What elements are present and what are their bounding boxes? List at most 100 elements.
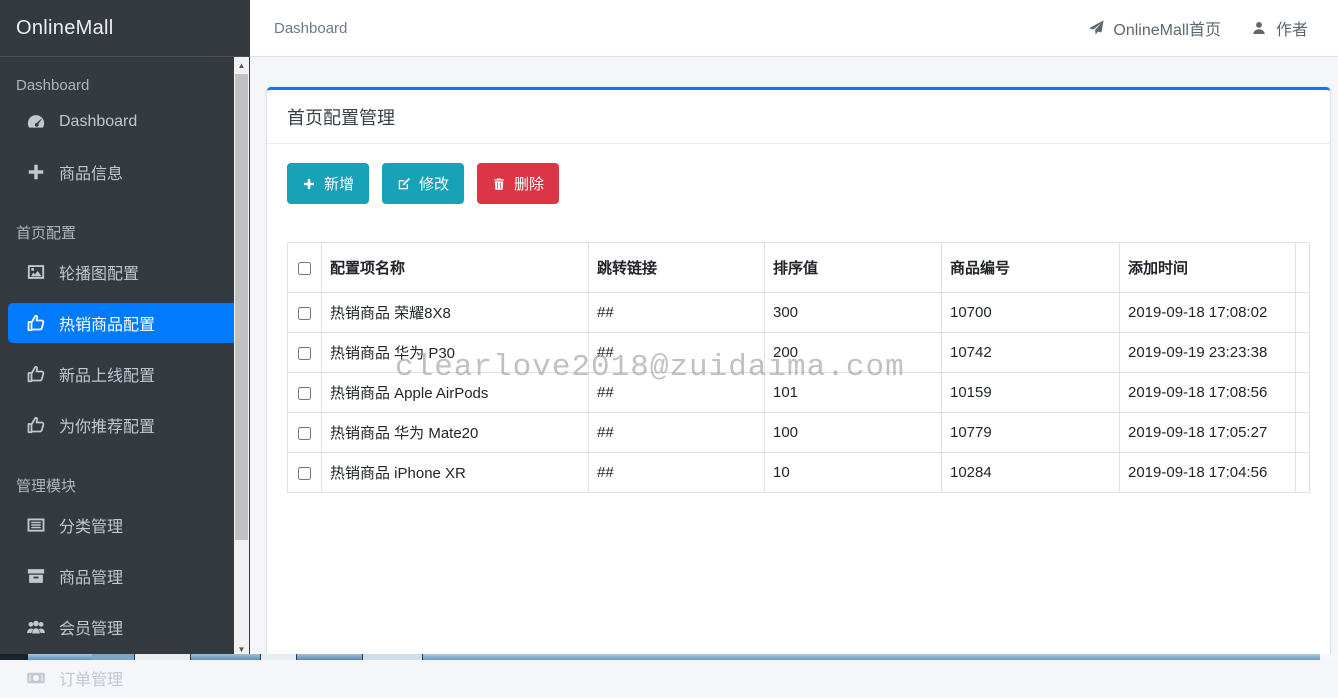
taskbar-segment — [92, 654, 134, 660]
sidebar-scrollbar[interactable]: ▲ ▼ — [234, 57, 249, 660]
sidebar-item-label: Dashboard — [59, 113, 137, 131]
archive-icon — [24, 565, 48, 587]
users-icon — [24, 616, 48, 638]
row-checkbox[interactable] — [298, 427, 311, 440]
topbar-link[interactable]: 作者 — [1251, 16, 1308, 40]
card-body: 新增修改删除 配置项名称跳转链接排序值商品编号添加时间 热销商品 荣耀8X8##… — [267, 144, 1330, 512]
topbar-link[interactable]: OnlineMall首页 — [1088, 16, 1221, 40]
topbar-link-label: OnlineMall首页 — [1113, 16, 1221, 40]
table-cell: ## — [589, 293, 765, 333]
scrollbar-thumb[interactable] — [235, 74, 248, 540]
table-row[interactable]: 热销商品 华为 P30##200107422019-09-19 23:23:38 — [288, 333, 1310, 373]
table-cell: 热销商品 荣耀8X8 — [322, 293, 589, 333]
table-cell: ## — [589, 333, 765, 373]
row-checkbox[interactable] — [298, 347, 311, 360]
column-header: 商品编号 — [942, 243, 1120, 293]
sidebar-item[interactable]: 热销商品配置 — [8, 303, 242, 343]
brand-logo[interactable]: OnlineMall — [0, 0, 250, 57]
button-label: 修改 — [419, 173, 449, 194]
sidebar-item[interactable]: 商品信息 — [8, 152, 242, 192]
table-cell: 300 — [765, 293, 942, 333]
table-cell: 2019-09-18 17:08:02 — [1120, 293, 1296, 333]
row-check-cell — [288, 333, 322, 373]
paper-plane-icon — [1088, 20, 1104, 36]
trash-icon — [492, 177, 506, 191]
table-cell: 10779 — [942, 413, 1120, 453]
table-cell: ## — [589, 373, 765, 413]
row-check-cell — [288, 413, 322, 453]
column-header: 配置项名称 — [322, 243, 589, 293]
button-label: 新增 — [324, 173, 354, 194]
table-cell: 2019-09-19 23:23:38 — [1120, 333, 1296, 373]
sidebar: OnlineMall DashboardDashboard商品信息首页配置轮播图… — [0, 0, 250, 660]
table-cell-empty — [1296, 373, 1310, 413]
table-cell: 2019-09-18 17:08:56 — [1120, 373, 1296, 413]
scroll-up-icon[interactable]: ▲ — [234, 57, 249, 73]
plus-button[interactable]: 新增 — [287, 163, 369, 204]
sidebar-item-label: 轮播图配置 — [59, 260, 139, 284]
taskbar-segment — [1320, 654, 1338, 660]
table-cell: 200 — [765, 333, 942, 373]
config-table: 配置项名称跳转链接排序值商品编号添加时间 热销商品 荣耀8X8##3001070… — [287, 242, 1310, 493]
table-cell: 热销商品 华为 Mate20 — [322, 413, 589, 453]
plus-icon — [24, 161, 48, 183]
table-header-row: 配置项名称跳转链接排序值商品编号添加时间 — [288, 243, 1310, 293]
sidebar-item[interactable]: Dashboard — [8, 103, 242, 141]
table-cell: 热销商品 Apple AirPods — [322, 373, 589, 413]
sidebar-item[interactable]: 分类管理 — [8, 505, 242, 545]
sidebar-item-label: 商品管理 — [59, 564, 123, 588]
table-row[interactable]: 热销商品 华为 Mate20##100107792019-09-18 17:05… — [288, 413, 1310, 453]
edit-icon — [397, 177, 411, 191]
row-checkbox[interactable] — [298, 467, 311, 480]
sidebar-item[interactable]: 为你推荐配置 — [8, 405, 242, 445]
sidebar-item[interactable]: 轮播图配置 — [8, 252, 242, 292]
edit-button[interactable]: 修改 — [382, 163, 464, 204]
table-row[interactable]: 热销商品 Apple AirPods##101101592019-09-18 1… — [288, 373, 1310, 413]
button-label: 删除 — [514, 173, 544, 194]
image-icon — [24, 261, 48, 283]
taskbar-segment — [28, 654, 92, 660]
sidebar-section-header: 首页配置 — [8, 208, 242, 252]
select-all-checkbox[interactable] — [298, 262, 311, 275]
sidebar-item[interactable]: 商品管理 — [8, 556, 242, 596]
column-header: 排序值 — [765, 243, 942, 293]
row-checkbox[interactable] — [298, 387, 311, 400]
page-title: 首页配置管理 — [267, 90, 1330, 144]
taskbar-segment — [260, 654, 296, 660]
topbar-link-label: 作者 — [1276, 16, 1308, 40]
table-cell: 10742 — [942, 333, 1120, 373]
thumbs-up-icon — [24, 363, 48, 385]
breadcrumb[interactable]: Dashboard — [274, 20, 347, 37]
table-cell: 2019-09-18 17:05:27 — [1120, 413, 1296, 453]
sidebar-item[interactable]: 订单管理 — [8, 658, 242, 698]
taskbar-segment — [296, 654, 362, 660]
taskbar-segment — [422, 654, 1320, 660]
thumbs-up-icon — [24, 312, 48, 334]
sidebar-item-label: 订单管理 — [59, 666, 123, 690]
table-cell: ## — [589, 413, 765, 453]
sidebar-item-label: 热销商品配置 — [59, 311, 155, 335]
list-icon — [24, 514, 48, 536]
table-row[interactable]: 热销商品 iPhone XR##10102842019-09-18 17:04:… — [288, 453, 1310, 493]
plus-icon — [302, 177, 316, 191]
tachometer-icon — [24, 111, 48, 133]
row-check-cell — [288, 453, 322, 493]
sidebar-item-label: 新品上线配置 — [59, 362, 155, 386]
sidebar-item[interactable]: 新品上线配置 — [8, 354, 242, 394]
taskbar-strip — [0, 654, 1338, 660]
sidebar-item-label: 商品信息 — [59, 160, 123, 184]
table-cell: 10284 — [942, 453, 1120, 493]
row-check-cell — [288, 293, 322, 333]
user-icon — [1251, 20, 1267, 36]
topbar-links: OnlineMall首页 作者 — [1088, 16, 1308, 40]
column-header: 添加时间 — [1120, 243, 1296, 293]
toolbar: 新增 修改 删除 — [287, 163, 1310, 204]
table-row[interactable]: 热销商品 荣耀8X8##300107002019-09-18 17:08:02 — [288, 293, 1310, 333]
row-checkbox[interactable] — [298, 307, 311, 320]
trash-button[interactable]: 删除 — [477, 163, 559, 204]
table-cell-empty — [1296, 293, 1310, 333]
sidebar-item[interactable]: 会员管理 — [8, 607, 242, 647]
column-header: 跳转链接 — [589, 243, 765, 293]
topbar: Dashboard OnlineMall首页 作者 — [250, 0, 1338, 57]
table-cell: 2019-09-18 17:04:56 — [1120, 453, 1296, 493]
